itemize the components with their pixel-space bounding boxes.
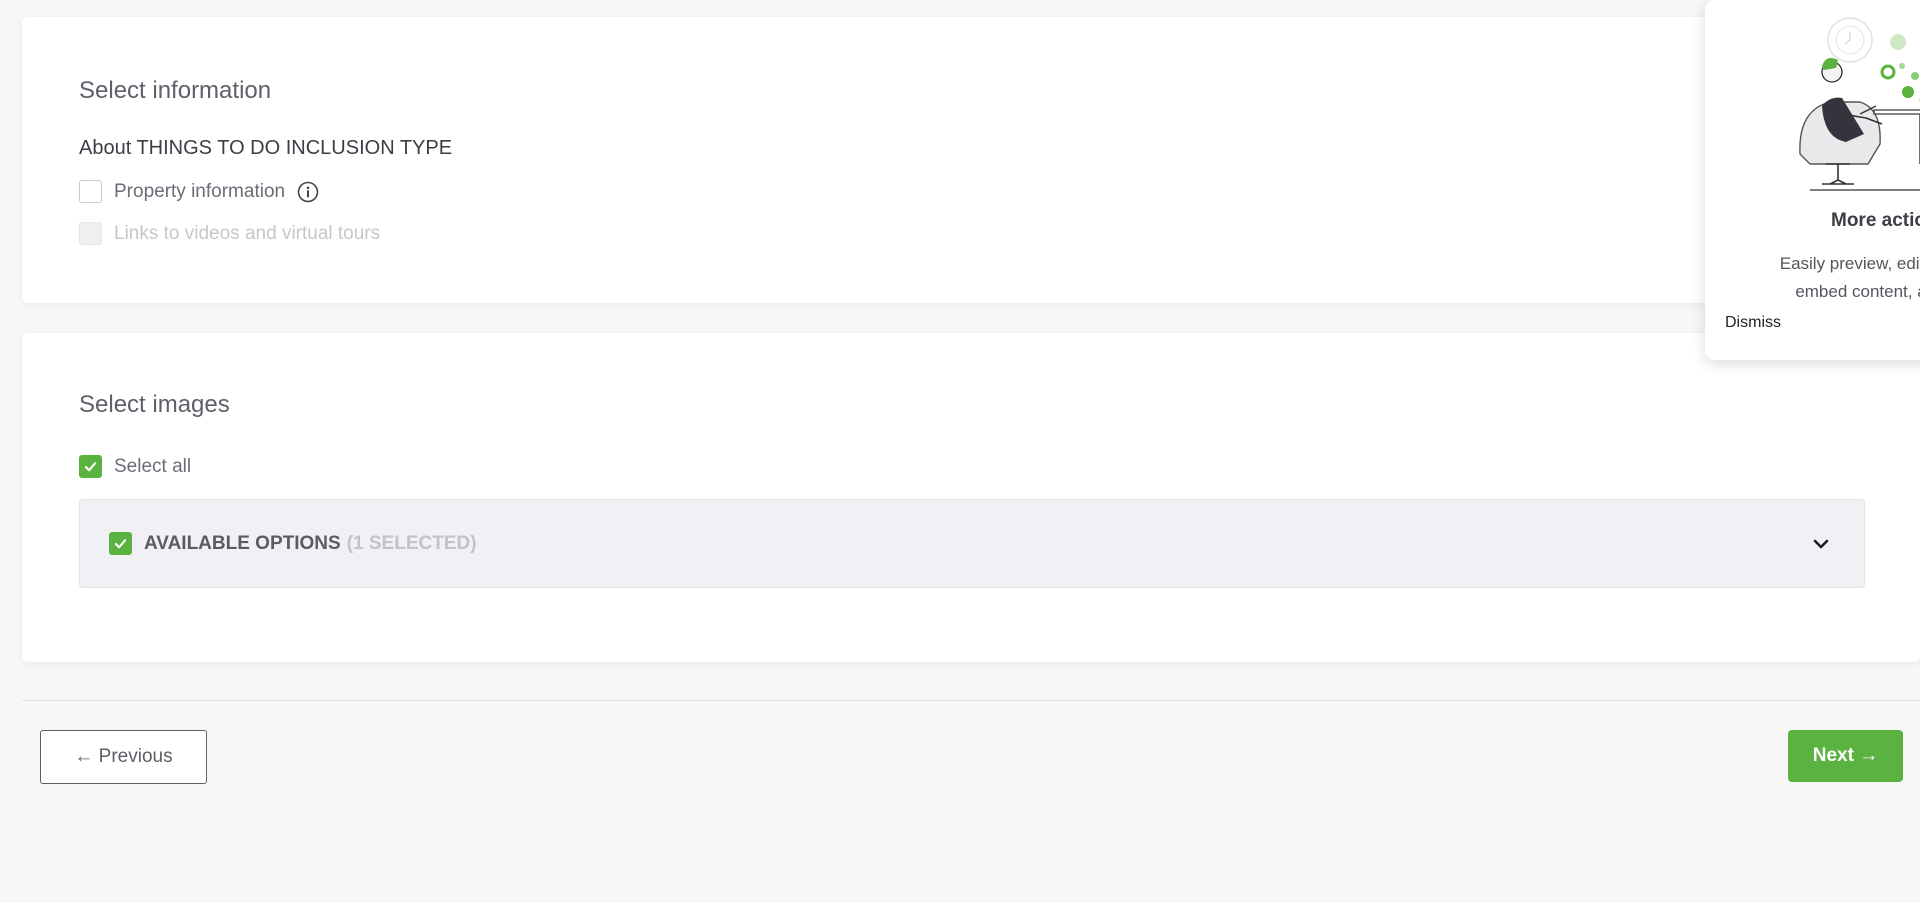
popover-description: Easily preview, edit, c embed content, a [1751,250,1920,306]
next-button[interactable]: Next → [1788,730,1903,782]
property-information-option[interactable]: Property information [79,180,319,203]
property-information-label: Property information [114,180,286,202]
select-information-card: Select information About THINGS TO DO IN… [22,17,1920,303]
popover-text-line: Easily preview, edit, c [1779,254,1920,273]
footer-divider [22,700,1920,701]
checkmark-icon [114,539,127,549]
property-information-checkbox[interactable] [79,180,102,203]
links-videos-option: Links to videos and virtual tours [79,222,380,245]
inclusion-type-heading: About THINGS TO DO INCLUSION TYPE [79,137,453,159]
select-images-card: Select images Select all AVAILABLE OPTIO… [22,333,1920,662]
select-all-checkbox[interactable] [79,455,102,478]
info-icon[interactable] [297,181,319,203]
links-videos-checkbox [79,222,102,245]
checkmark-icon [84,462,97,472]
person-at-desk-illustration [1799,17,1920,191]
links-videos-label: Links to videos and virtual tours [114,222,381,244]
available-options-panel[interactable]: AVAILABLE OPTIONS (1 SELECTED) [79,499,1865,588]
selected-count: (1 SELECTED) [346,532,477,554]
dismiss-button[interactable]: Dismiss [1725,314,1781,332]
previous-button[interactable]: ← Previous [40,730,207,784]
available-options-label: AVAILABLE OPTIONS [144,532,341,554]
section-title: Select information [79,77,272,104]
more-actions-popover: More actio Easily preview, edit, c embed… [1705,0,1920,360]
available-options-checkbox[interactable] [109,532,132,555]
popover-title: More actio [1831,210,1920,231]
select-all-option[interactable]: Select all [79,455,191,478]
select-all-label: Select all [114,455,192,477]
popover-text-line: embed content, a [1795,282,1920,301]
section-title: Select images [79,391,230,418]
chevron-down-icon[interactable] [1810,533,1832,555]
